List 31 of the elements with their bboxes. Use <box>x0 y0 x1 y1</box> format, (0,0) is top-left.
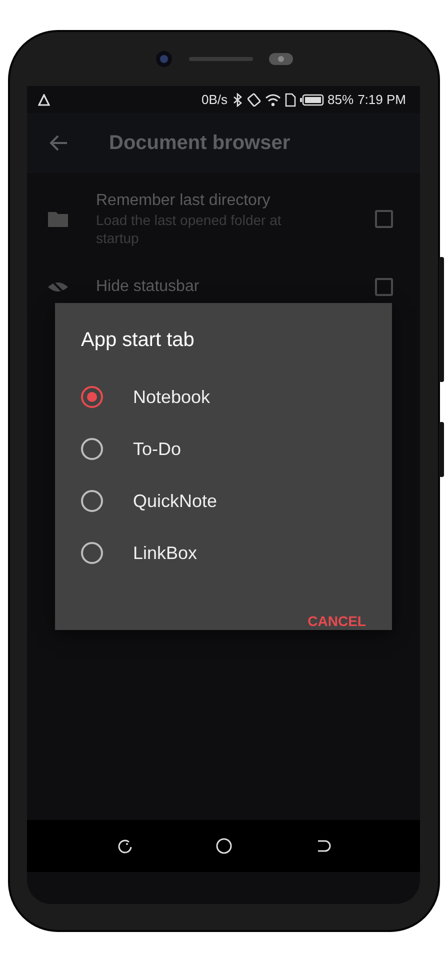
radio-button[interactable] <box>81 386 103 408</box>
radio-option[interactable]: Notebook <box>81 371 366 423</box>
network-speed: 0B/s <box>202 90 228 109</box>
checkbox[interactable] <box>375 210 393 228</box>
sim-card-icon <box>284 92 296 106</box>
wifi-icon <box>264 92 281 106</box>
radio-option[interactable]: To-Do <box>81 423 366 475</box>
radio-button[interactable] <box>81 542 103 564</box>
home-icon[interactable] <box>216 838 232 854</box>
radio-option[interactable]: LinkBox <box>81 527 366 579</box>
folder-icon <box>47 209 69 229</box>
checkbox[interactable] <box>375 278 393 296</box>
radio-button[interactable] <box>81 438 103 460</box>
radio-button[interactable] <box>81 490 103 512</box>
recent-apps-icon[interactable] <box>116 838 132 854</box>
clock-time: 7:19 PM <box>358 90 406 109</box>
sensor-icon <box>269 53 293 65</box>
speaker-grille <box>189 56 253 62</box>
back-arrow-icon <box>49 133 69 153</box>
screen-title: Document browser <box>109 131 290 156</box>
back-button[interactable] <box>49 133 69 153</box>
dialog-title: App start tab <box>81 328 196 353</box>
battery-icon <box>300 94 324 106</box>
front-camera-icon <box>155 50 173 68</box>
battery-percent: 85% <box>328 90 354 109</box>
setting-title: Hide statusbar <box>96 277 200 297</box>
radio-option[interactable]: QuickNote <box>81 475 366 527</box>
triangle-icon <box>38 94 50 106</box>
rotation-icon <box>246 92 261 106</box>
bluetooth-icon <box>232 92 243 106</box>
setting-title: Remember last directory <box>96 191 272 211</box>
